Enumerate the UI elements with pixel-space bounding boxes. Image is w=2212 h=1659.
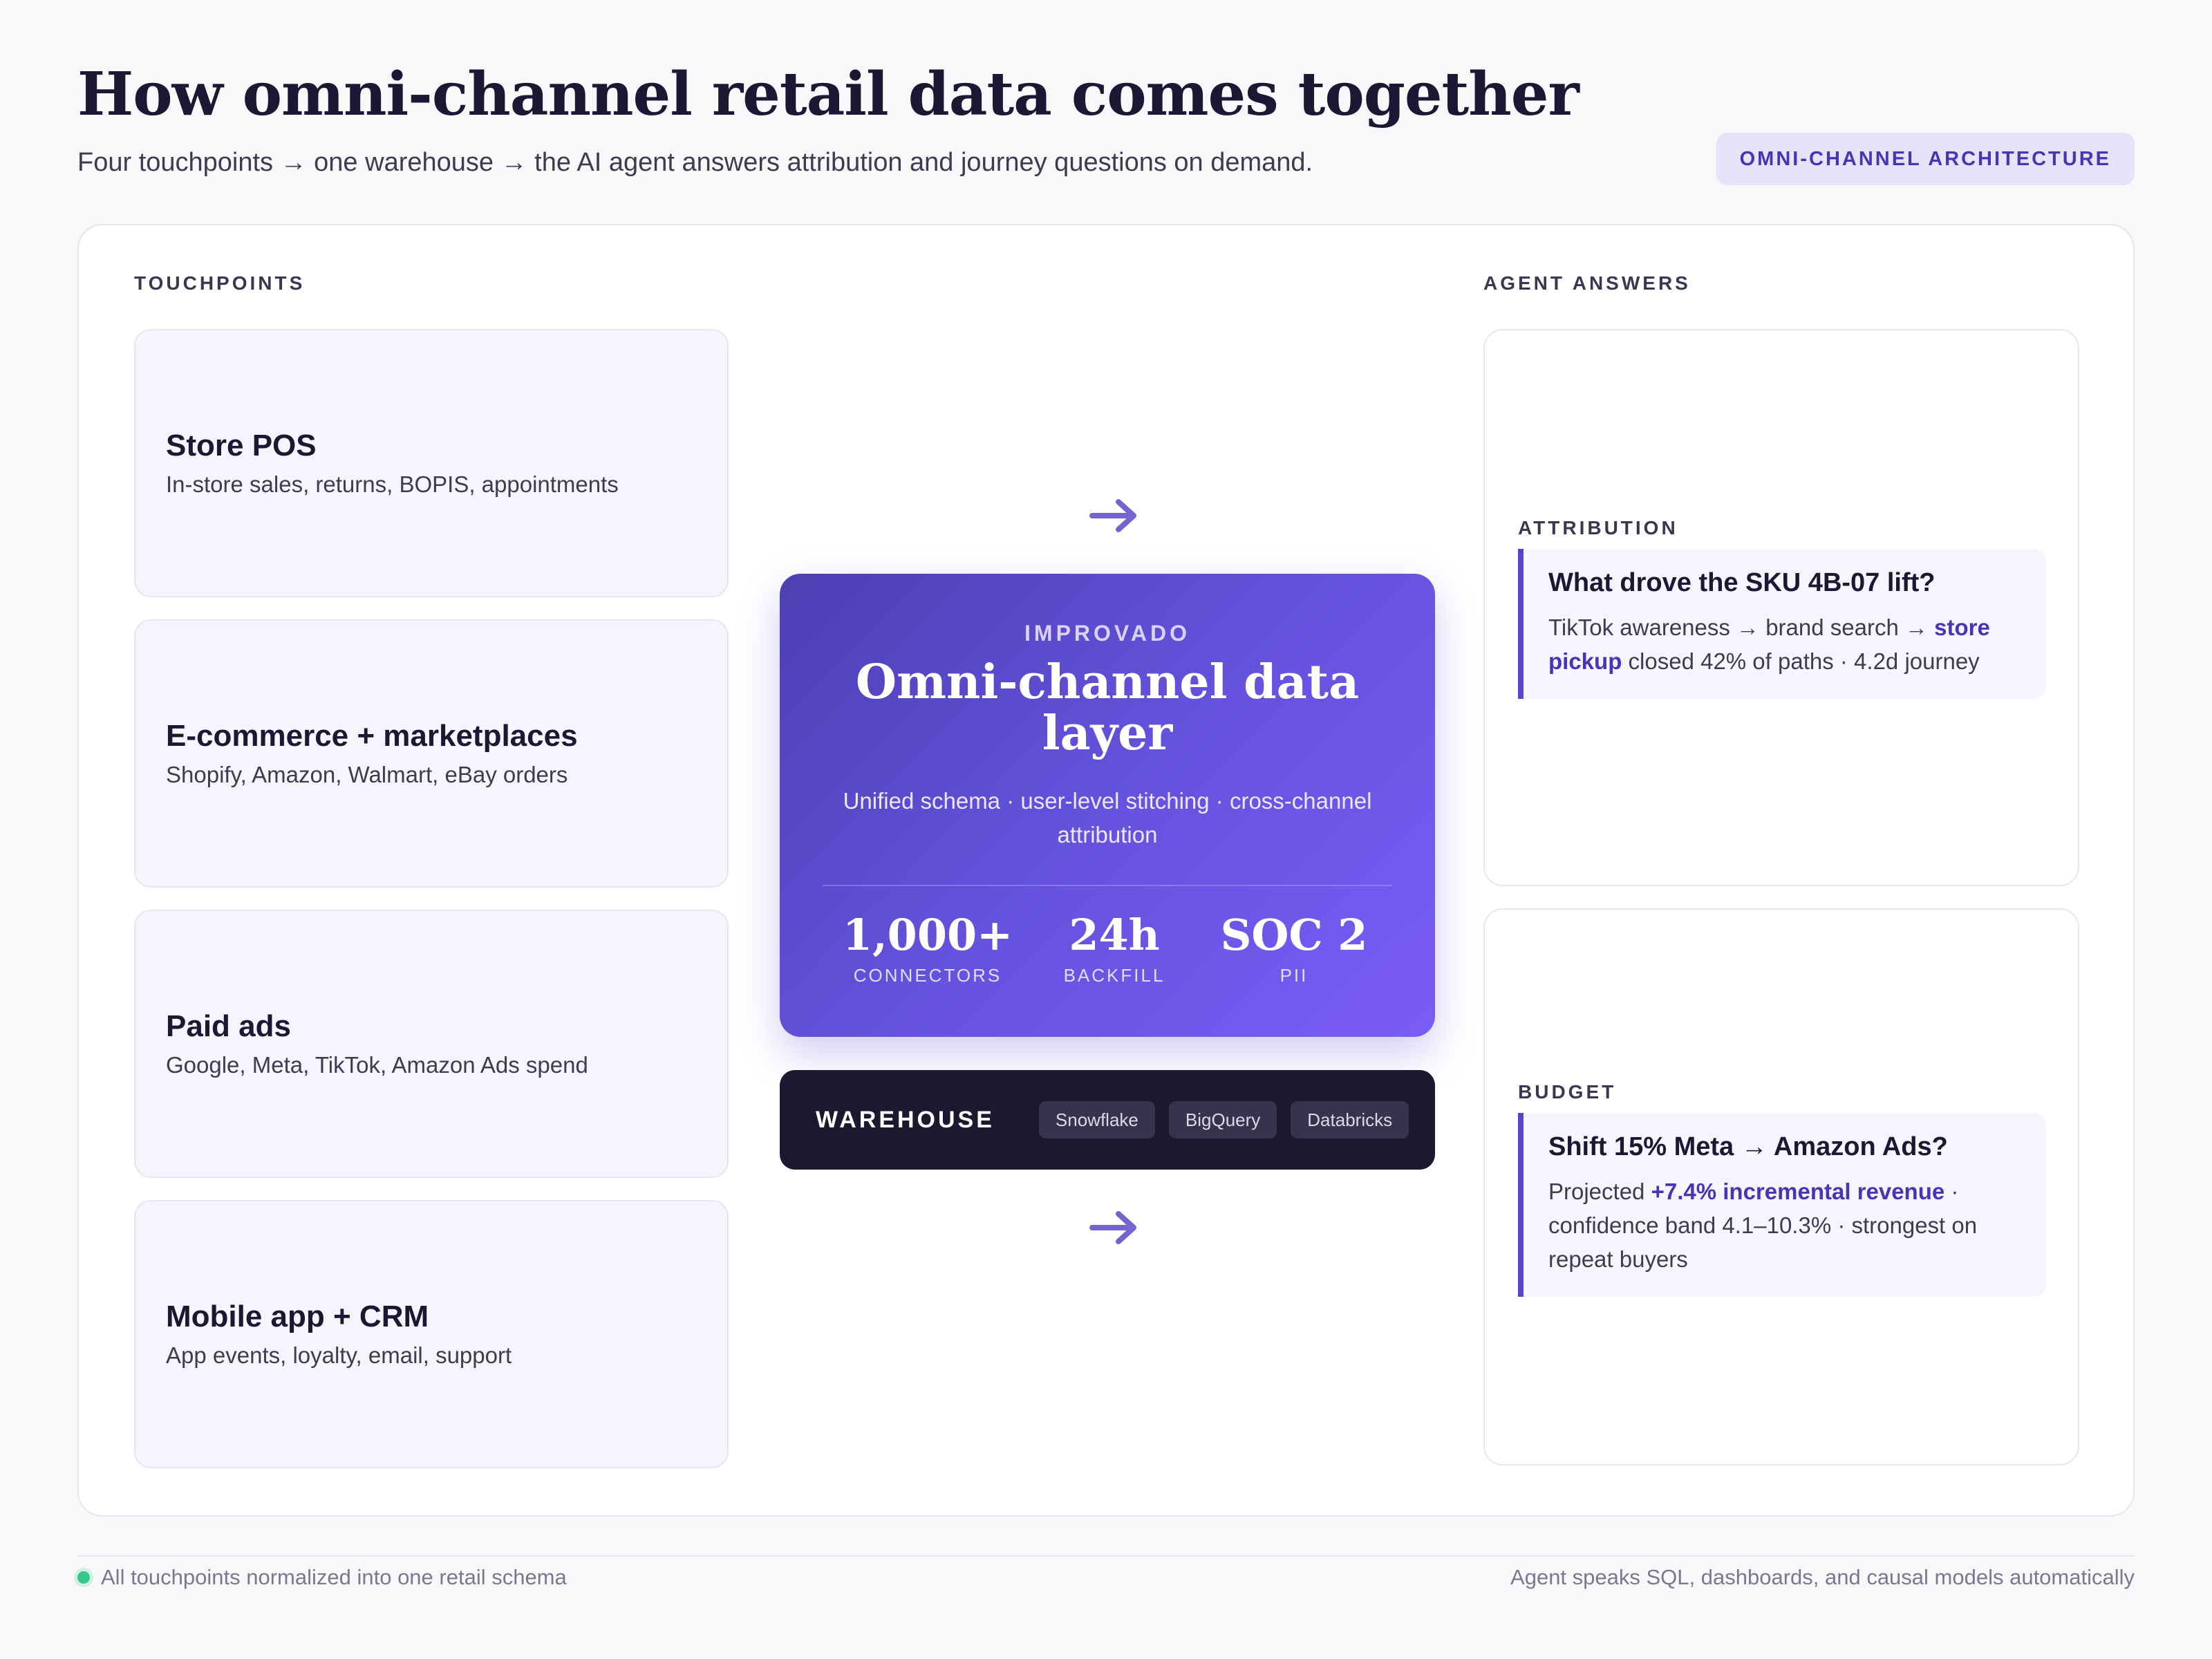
arrow-right-icon bbox=[1089, 1211, 1136, 1244]
hub-description: Unified schema · user-level stitching · … bbox=[843, 788, 1372, 847]
answer-highlight: +7.4% incremental revenue bbox=[1651, 1179, 1945, 1204]
footer-status: All touchpoints normalized into one reta… bbox=[77, 1565, 567, 1590]
stat-label: PII bbox=[1280, 965, 1309, 986]
answer-card-budget: BUDGET Shift 15% Meta → Amazon Ads? Proj… bbox=[1483, 908, 2079, 1465]
hub-stat-backfill: 24h BACKFILL bbox=[1018, 910, 1211, 986]
warehouse-chip-bigquery: BigQuery bbox=[1168, 1101, 1277, 1138]
touchpoint-title: Paid ads bbox=[166, 1009, 291, 1043]
answer-text: Projected bbox=[1548, 1179, 1651, 1204]
answer-text: TikTok awareness → brand search → bbox=[1548, 615, 1935, 640]
stat-value: 24h bbox=[1069, 910, 1160, 960]
answer-body: TikTok awareness → brand search → store … bbox=[1548, 610, 2021, 678]
hub-stat-soc2: SOC 2 PII bbox=[1197, 910, 1391, 986]
touchpoint-card-store-pos: Store POS In-store sales, returns, BOPIS… bbox=[134, 329, 729, 597]
touchpoint-desc: Google, Meta, TikTok, Amazon Ads spend bbox=[166, 1052, 588, 1078]
warehouse-label: WAREHOUSE bbox=[816, 1106, 995, 1133]
hub-brand: IMPROVADO bbox=[1024, 621, 1190, 646]
warehouse-bar: WAREHOUSE Snowflake BigQuery Databricks bbox=[780, 1070, 1435, 1170]
footer-divider bbox=[77, 1555, 2135, 1557]
touchpoint-title: Store POS bbox=[166, 429, 317, 462]
hub-divider bbox=[823, 885, 1392, 886]
stat-label: BACKFILL bbox=[1063, 965, 1165, 986]
agent-answers-label: AGENT ANSWERS bbox=[1483, 272, 1691, 294]
hub-stat-connectors: 1,000+ CONNECTORS bbox=[831, 910, 1024, 986]
touchpoint-card-mobile-crm: Mobile app + CRM App events, loyalty, em… bbox=[134, 1200, 729, 1468]
touchpoints-label: TOUCHPOINTS bbox=[134, 272, 306, 294]
stat-value: 1,000+ bbox=[842, 910, 1013, 960]
stat-label: CONNECTORS bbox=[853, 965, 1002, 986]
diagram-frame: TOUCHPOINTS Store POS In-store sales, re… bbox=[77, 224, 2135, 1517]
stat-value: SOC 2 bbox=[1220, 910, 1368, 960]
architecture-badge: OMNI-CHANNEL ARCHITECTURE bbox=[1716, 133, 2135, 185]
page-subtitle: Four touchpoints → one warehouse → the A… bbox=[77, 148, 1313, 177]
touchpoint-desc: App events, loyalty, email, support bbox=[166, 1342, 512, 1368]
answer-text: closed 42% of paths · 4.2d journey bbox=[1622, 648, 1980, 674]
touchpoint-card-ecommerce: E-commerce + marketplaces Shopify, Amazo… bbox=[134, 619, 729, 888]
touchpoint-title: E-commerce + marketplaces bbox=[166, 719, 578, 753]
page-title: How omni-channel retail data comes toget… bbox=[77, 59, 1580, 129]
answer-tag: ATTRIBUTION bbox=[1518, 517, 1678, 538]
warehouse-chip-snowflake: Snowflake bbox=[1038, 1101, 1155, 1138]
answer-card-attribution: ATTRIBUTION What drove the SKU 4B-07 lif… bbox=[1483, 329, 2079, 886]
status-dot-icon bbox=[77, 1571, 90, 1584]
answer-body: Projected +7.4% incremental revenue · co… bbox=[1548, 1174, 2021, 1276]
answer-question: What drove the SKU 4B-07 lift? bbox=[1548, 568, 1936, 597]
answer-box: Shift 15% Meta → Amazon Ads? Projected +… bbox=[1518, 1113, 2046, 1297]
arrow-right-icon bbox=[1089, 499, 1136, 532]
answer-box: What drove the SKU 4B-07 lift? TikTok aw… bbox=[1518, 549, 2046, 699]
hub-title: Omni-channel data layer bbox=[855, 655, 1360, 761]
touchpoint-card-paid-ads: Paid ads Google, Meta, TikTok, Amazon Ad… bbox=[134, 910, 729, 1178]
touchpoint-title: Mobile app + CRM bbox=[166, 1300, 429, 1333]
answer-tag: BUDGET bbox=[1518, 1081, 1617, 1103]
touchpoint-desc: Shopify, Amazon, Walmart, eBay orders bbox=[166, 762, 568, 787]
touchpoint-desc: In-store sales, returns, BOPIS, appointm… bbox=[166, 471, 619, 497]
answer-question: Shift 15% Meta → Amazon Ads? bbox=[1548, 1132, 1948, 1161]
warehouse-chip-databricks: Databricks bbox=[1291, 1101, 1409, 1138]
footer-right-text: Agent speaks SQL, dashboards, and causal… bbox=[1510, 1565, 2135, 1589]
data-layer-hub: IMPROVADO Omni-channel data layer Unifie… bbox=[780, 574, 1435, 1037]
footer-left-text: All touchpoints normalized into one reta… bbox=[101, 1565, 567, 1589]
